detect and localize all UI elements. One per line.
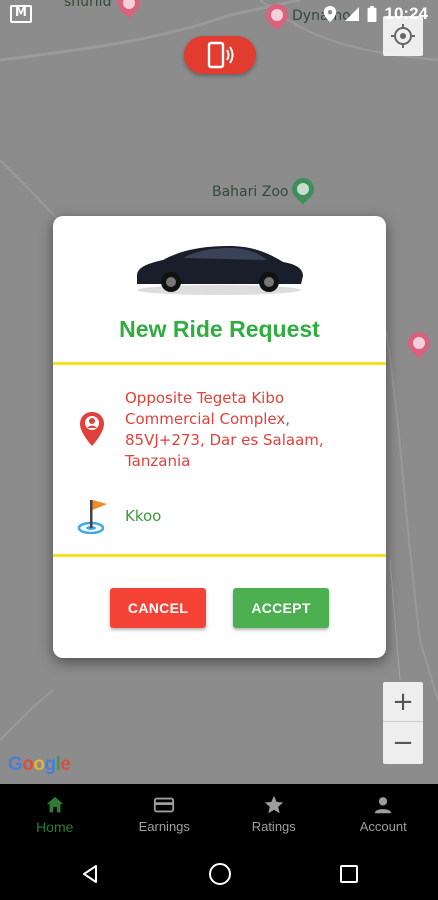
bottom-navigation: Home Earnings Ratings Account xyxy=(0,784,438,844)
call-button[interactable] xyxy=(184,36,256,74)
gmail-icon xyxy=(10,5,32,23)
battery-icon xyxy=(367,6,376,22)
nav-label: Ratings xyxy=(251,819,296,834)
location-icon xyxy=(323,6,336,22)
star-icon xyxy=(264,795,283,814)
zoom-in-button[interactable]: + xyxy=(383,682,423,722)
home-icon xyxy=(46,796,63,812)
nav-label: Home xyxy=(36,818,74,835)
destination-flag-icon xyxy=(77,500,107,534)
status-bar: 10:24 xyxy=(0,0,438,30)
accept-button[interactable]: ACCEPT xyxy=(233,588,329,628)
dialog-title: New Ride Request xyxy=(119,316,320,342)
zoom-controls: + − xyxy=(383,682,423,764)
car-image xyxy=(137,246,303,295)
nav-item-ratings[interactable]: Ratings xyxy=(219,784,329,844)
recents-icon[interactable] xyxy=(340,865,358,883)
person-icon xyxy=(375,797,392,814)
map-label-zoo: Bahari Zoo xyxy=(212,184,289,200)
system-navigation-bar xyxy=(0,844,438,900)
nav-item-earnings[interactable]: Earnings xyxy=(110,784,220,844)
destination-name: Kkoo xyxy=(125,507,162,525)
zoom-out-button[interactable]: − xyxy=(383,723,423,763)
signal-icon xyxy=(344,7,359,21)
pickup-pin-icon xyxy=(80,412,104,446)
pickup-address: Opposite Tegeta Kibo Commercial Complex,… xyxy=(125,389,324,470)
my-location-button[interactable] xyxy=(383,16,423,56)
nav-label: Earnings xyxy=(138,819,190,834)
ride-request-dialog: New Ride Request Opposite Tegeta Kibo Co… xyxy=(53,216,386,658)
card-icon xyxy=(154,797,175,813)
nav-label: Account xyxy=(359,819,407,834)
crosshair-icon xyxy=(391,24,415,48)
cancel-button[interactable]: CANCEL xyxy=(110,588,206,628)
nav-item-account[interactable]: Account xyxy=(329,784,438,844)
top-divider xyxy=(53,362,386,365)
back-icon[interactable] xyxy=(80,864,100,884)
phone-ringing-icon xyxy=(207,41,234,69)
nav-item-home[interactable]: Home xyxy=(0,784,110,844)
home-circle-icon[interactable] xyxy=(209,863,231,885)
google-logo: Google xyxy=(8,754,71,775)
bottom-divider xyxy=(53,554,386,557)
